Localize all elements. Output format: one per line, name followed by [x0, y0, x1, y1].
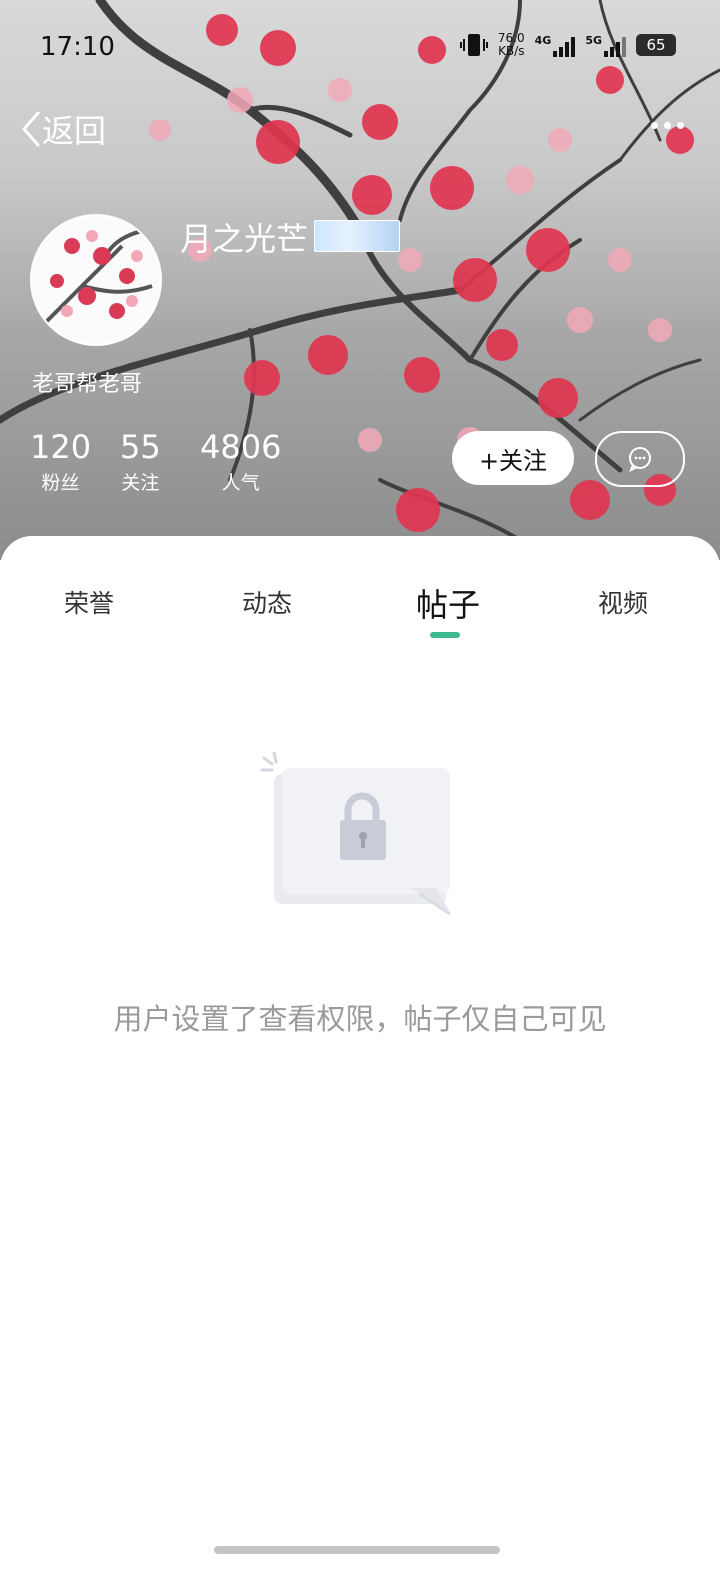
content-sheet: 荣誉 动态 帖子 视频 用户设置了查看权限，帖子仅自己可见	[0, 536, 720, 1584]
more-options-icon[interactable]	[651, 122, 684, 129]
nav-bar: 返回	[0, 100, 720, 160]
battery-icon: 65	[636, 34, 676, 56]
user-bio: 老哥帮老哥	[32, 372, 143, 397]
stat-popularity: 4806 人气	[200, 428, 281, 495]
tab-posts[interactable]: 帖子	[416, 580, 480, 626]
signal-5g-label: 5G	[585, 33, 602, 47]
tab-honors[interactable]: 荣誉	[64, 584, 114, 620]
signal-4g: 4G	[535, 34, 576, 57]
signal-bars-icon	[553, 35, 576, 57]
tab-activity[interactable]: 动态	[242, 584, 292, 620]
signal-bars-icon	[604, 35, 626, 57]
stat-label: 粉丝	[41, 472, 80, 494]
avatar[interactable]	[30, 214, 162, 346]
status-time: 17:10	[40, 32, 115, 62]
stat-fans[interactable]: 120 粉丝	[30, 428, 91, 495]
status-bar: 17:10 76.0 KB/s 4G 5G 65	[0, 0, 720, 96]
locked-content-icon	[260, 752, 451, 916]
stat-value: 4806	[200, 428, 282, 466]
back-button[interactable]: 返回	[20, 106, 106, 152]
user-badge-icon	[314, 220, 400, 252]
back-label: 返回	[42, 112, 107, 150]
stat-following[interactable]: 55 关注	[120, 428, 161, 495]
status-indicators: 76.0 KB/s 4G 5G 65	[459, 32, 676, 58]
stat-value: 55	[120, 428, 161, 466]
chat-bubble-icon	[629, 447, 651, 472]
battery-level: 65	[646, 36, 666, 54]
tab-active-indicator	[430, 632, 460, 638]
network-speed-unit: KB/s	[498, 44, 525, 58]
empty-state-message: 用户设置了查看权限，帖子仅自己可见	[113, 1002, 607, 1036]
message-button[interactable]	[595, 431, 685, 487]
vibrate-icon	[459, 34, 488, 56]
username: 月之光芒	[180, 220, 309, 258]
follow-button[interactable]: +关注	[452, 431, 574, 485]
network-speed: 76.0 KB/s	[498, 32, 525, 58]
avatar-blossom-image	[32, 216, 160, 344]
signal-5g: 5G	[585, 34, 626, 57]
home-indicator[interactable]	[214, 1546, 500, 1554]
stat-value: 120	[30, 428, 92, 466]
chevron-left-icon	[22, 111, 40, 147]
tab-videos[interactable]: 视频	[598, 584, 648, 620]
stat-label: 人气	[221, 472, 260, 494]
signal-4g-label: 4G	[534, 33, 552, 47]
stat-label: 关注	[121, 472, 160, 494]
profile-header: 17:10 76.0 KB/s 4G 5G 65 返回 月之光芒 老哥帮老哥 1…	[0, 0, 720, 560]
